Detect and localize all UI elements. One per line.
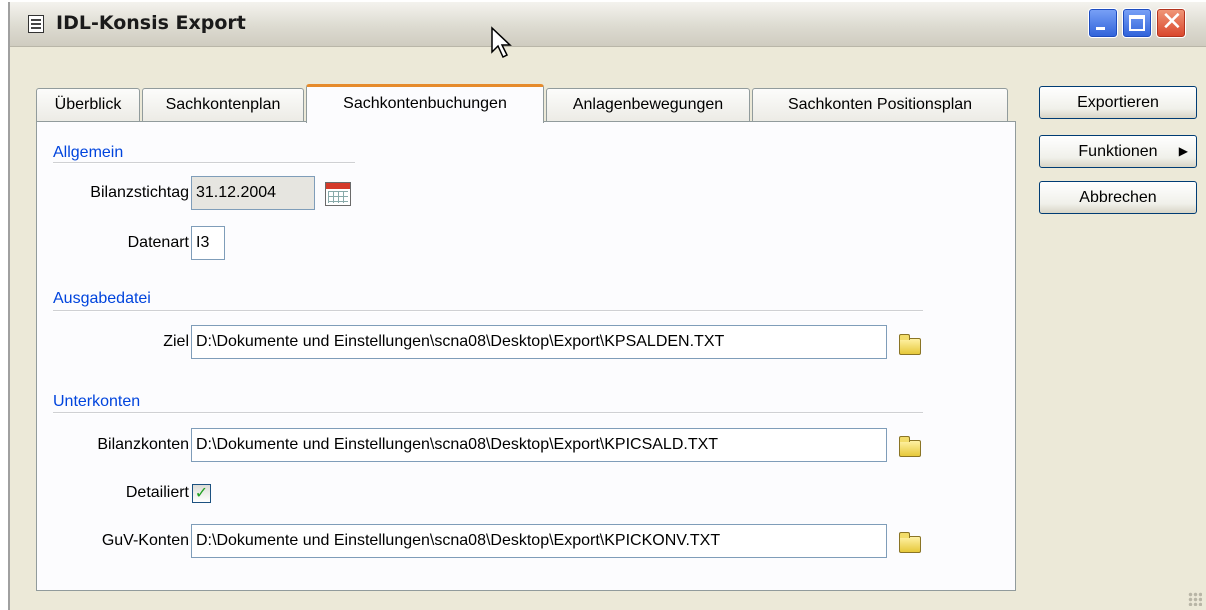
funktionen-button[interactable]: Funktionen ▶ [1039, 135, 1197, 168]
guv-konten-path-field[interactable]: D:\Dokumente und Einstellungen\scna08\De… [191, 524, 887, 558]
tab-panel-sachkontenbuchungen: Allgemein Bilanzstichtag 31.12.2004 Date… [36, 121, 1016, 591]
section-divider [53, 310, 923, 312]
folder-open-icon[interactable] [899, 436, 921, 457]
section-title-ausgabedatei: Ausgabedatei [53, 290, 151, 307]
tab-ueberblick[interactable]: Überblick [36, 88, 140, 122]
datenart-field[interactable]: I3 [191, 226, 225, 260]
tab-sachkontenbuchungen[interactable]: Sachkontenbuchungen [306, 84, 544, 123]
exportieren-button-label: Exportieren [1077, 94, 1159, 111]
bilanzkonten-path-field[interactable]: D:\Dokumente und Einstellungen\scna08\De… [191, 428, 887, 462]
guv-konten-label: GuV-Konten [101, 532, 189, 549]
submenu-arrow-icon: ▶ [1178, 144, 1188, 158]
folder-open-icon[interactable] [899, 334, 921, 355]
maximize-icon [1129, 15, 1145, 31]
folder-open-icon[interactable] [899, 532, 921, 553]
window-title: IDL-Konsis Export [56, 12, 246, 34]
abbrechen-button[interactable]: Abbrechen [1039, 181, 1197, 214]
exportieren-button[interactable]: Exportieren [1039, 86, 1197, 119]
section-divider [53, 412, 923, 414]
section-title-unterkonten: Unterkonten [53, 393, 141, 410]
detailiert-checkbox[interactable]: ✓ [192, 484, 211, 503]
mouse-cursor-icon [491, 26, 512, 59]
section-title-allgemein: Allgemein [53, 144, 124, 161]
tab-sachkonten-positionsplan[interactable]: Sachkonten Positionsplan [752, 88, 1008, 122]
bilanzstichtag-label: Bilanzstichtag [90, 184, 189, 201]
tab-sachkontenplan[interactable]: Sachkontenplan [142, 88, 304, 122]
ziel-label: Ziel [163, 333, 189, 350]
calendar-icon[interactable] [325, 182, 351, 206]
detailiert-label: Detailiert [125, 484, 189, 501]
bilanzstichtag-field[interactable]: 31.12.2004 [191, 176, 315, 210]
funktionen-button-label: Funktionen [1078, 143, 1158, 160]
close-button[interactable]: ✕ [1156, 7, 1186, 38]
tab-anlagenbewegungen[interactable]: Anlagenbewegungen [546, 88, 750, 122]
export-dialog-window: IDL-Konsis Export ✕ Überblick Sachkonten… [8, 2, 1206, 610]
maximize-button[interactable] [1122, 8, 1152, 38]
bilanzkonten-label: Bilanzkonten [97, 436, 189, 453]
datenart-label: Datenart [127, 234, 189, 251]
section-divider [53, 162, 355, 164]
ziel-path-field[interactable]: D:\Dokumente und Einstellungen\scna08\De… [191, 325, 887, 359]
close-icon: ✕ [1161, 7, 1183, 37]
minimize-icon [1096, 27, 1105, 30]
app-document-icon [28, 15, 44, 33]
title-bar[interactable]: IDL-Konsis Export ✕ [10, 2, 1206, 47]
resize-grip-icon[interactable] [1188, 592, 1202, 606]
abbrechen-button-label: Abbrechen [1079, 189, 1157, 206]
minimize-button[interactable] [1088, 8, 1118, 38]
